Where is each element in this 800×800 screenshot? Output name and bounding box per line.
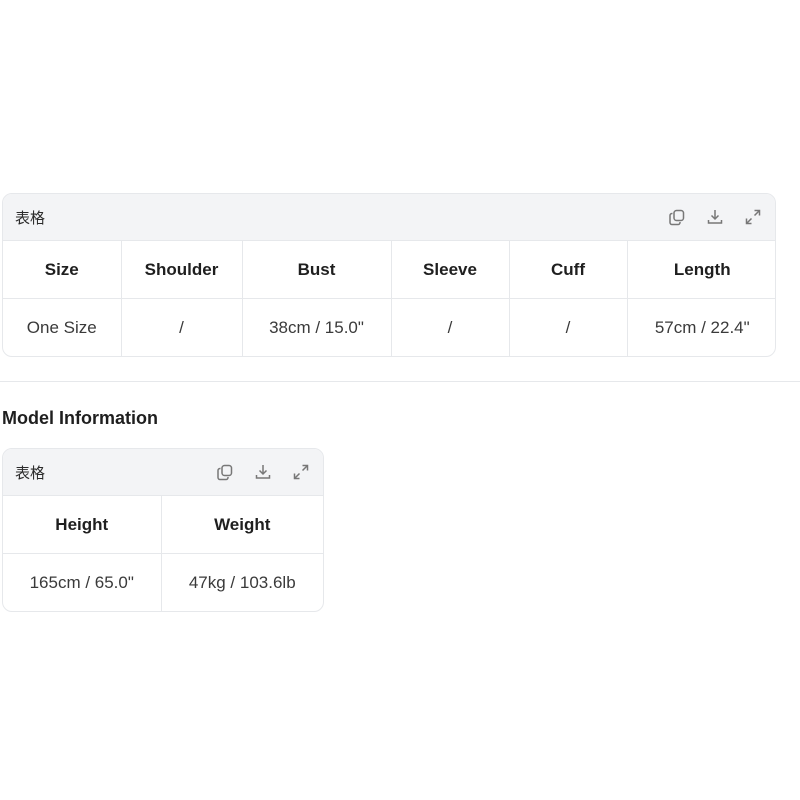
toolbar-icons <box>667 207 763 227</box>
header-bust: Bust <box>242 241 392 299</box>
page: 表格 Size Shoulder Bust Sleeve Cuff Length… <box>0 0 800 800</box>
header-cuff: Cuff <box>509 241 628 299</box>
expand-icon[interactable] <box>291 462 311 482</box>
size-table-card: 表格 Size Shoulder Bust Sleeve Cuff Length… <box>2 193 776 357</box>
size-table: Size Shoulder Bust Sleeve Cuff Length On… <box>3 241 775 356</box>
cell-weight: 47kg / 103.6lb <box>188 572 296 592</box>
header-height: Height <box>3 496 162 554</box>
download-icon[interactable] <box>253 462 273 482</box>
cell-sleeve: / <box>391 298 510 356</box>
table-label: 表格 <box>15 464 46 482</box>
copy-icon[interactable] <box>667 207 687 227</box>
download-icon[interactable] <box>705 207 725 227</box>
table-row: One Size / 38cm / 15.0" / / 57cm / 22.4" <box>3 298 775 356</box>
table-row: 165cm / 65.0" 47kg / 103.6lb <box>3 553 323 611</box>
section-divider <box>0 381 800 382</box>
cell-bust: 38cm / 15.0" <box>242 298 392 356</box>
header-length: Length <box>627 241 775 299</box>
table-header-row: Size Shoulder Bust Sleeve Cuff Length <box>3 241 775 299</box>
copy-icon[interactable] <box>215 462 235 482</box>
cell-length: 57cm / 22.4" <box>654 317 750 337</box>
toolbar-icons <box>215 462 311 482</box>
table-toolbar: 表格 <box>3 449 323 496</box>
model-table-card: 表格 Height Weight 165cm / 65.0" 47kg / 10… <box>2 448 324 612</box>
model-table: Height Weight 165cm / 65.0" 47kg / 103.6… <box>3 496 323 611</box>
table-toolbar: 表格 <box>3 194 775 241</box>
cell-shoulder: / <box>121 298 243 356</box>
expand-icon[interactable] <box>743 207 763 227</box>
table-label: 表格 <box>15 209 46 227</box>
header-sleeve: Sleeve <box>391 241 510 299</box>
cell-height: 165cm / 65.0" <box>3 553 162 611</box>
header-size: Size <box>3 241 122 299</box>
header-shoulder: Shoulder <box>121 241 243 299</box>
header-weight: Weight <box>161 496 323 554</box>
cell-size: One Size <box>3 298 122 356</box>
cell-cuff: / <box>509 298 628 356</box>
table-header-row: Height Weight <box>3 496 323 554</box>
model-info-heading: Model Information <box>2 408 158 428</box>
